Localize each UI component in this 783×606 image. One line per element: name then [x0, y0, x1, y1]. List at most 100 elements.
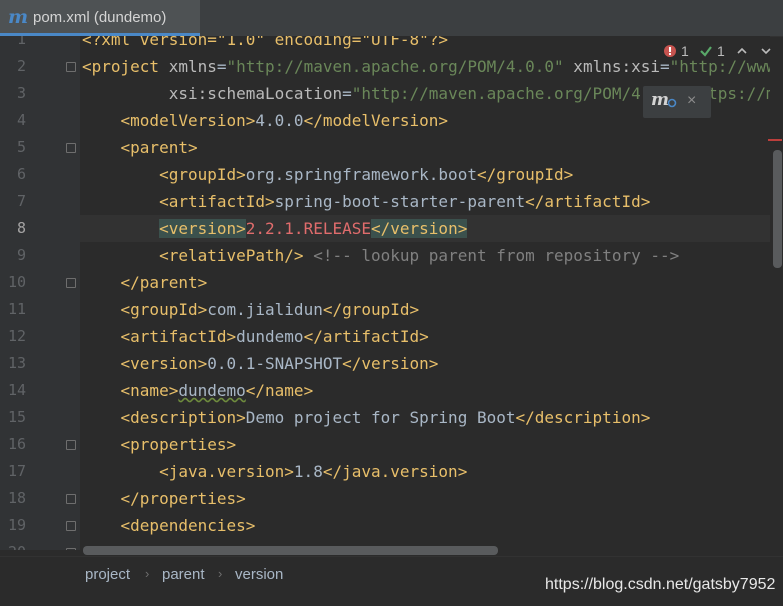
code-token: <groupId> — [159, 165, 246, 184]
line-number: 17 — [7, 462, 26, 480]
tab-label: pom.xml (dundemo) — [33, 9, 167, 26]
line-number: 8 — [16, 219, 26, 237]
breadcrumb-item-parent[interactable]: parent — [162, 566, 205, 583]
line-number: 9 — [16, 246, 26, 264]
line-number: 5 — [16, 138, 26, 156]
code-token: "http://www.w3.org/2001/XMLSchema-instan… — [669, 57, 770, 76]
code-token: </name> — [245, 381, 314, 400]
code-line[interactable]: <description>Demo project for Spring Boo… — [82, 404, 651, 431]
code-line[interactable]: <properties> — [82, 431, 237, 458]
code-token: </groupId> — [476, 165, 574, 184]
line-number: 7 — [16, 192, 26, 210]
code-token: <description> — [120, 408, 246, 427]
code-token: xsi:schemaLocation — [168, 84, 343, 103]
horizontal-scrollbar[interactable] — [83, 546, 498, 555]
editor-tab-bar: m pom.xml (dundemo) — [0, 0, 783, 37]
code-token: <name> — [120, 381, 179, 400]
line-number: 16 — [7, 435, 26, 453]
code-token: </version> — [371, 219, 468, 238]
code-token: "http://maven.apache.org/POM/4.0.0" — [226, 57, 564, 76]
vertical-scrollbar[interactable] — [773, 150, 782, 268]
tab-pom-xml[interactable]: m pom.xml (dundemo) — [0, 0, 200, 36]
line-number: 6 — [16, 165, 26, 183]
fold-marker-icon[interactable] — [66, 62, 76, 72]
code-token: 4.0.0 — [255, 111, 304, 130]
code-line[interactable]: <?xml version="1.0" encoding="UTF-8"?> — [82, 36, 448, 53]
code-line[interactable]: <java.version>1.8</java.version> — [82, 458, 467, 485]
previous-highlight-icon[interactable] — [735, 44, 749, 61]
fold-marker-icon[interactable] — [66, 494, 76, 504]
line-number: 20 — [0, 539, 26, 550]
code-token: <modelVersion> — [120, 111, 256, 130]
code-line[interactable]: <groupId>com.jialidun</groupId> — [82, 296, 420, 323]
code-token: </modelVersion> — [303, 111, 449, 130]
chevron-right-icon: › — [218, 566, 223, 581]
line-number: 19 — [7, 516, 26, 534]
line-number: 12 — [7, 327, 26, 345]
code-token: </artifactId> — [525, 192, 651, 211]
code-token: </groupId> — [322, 300, 420, 319]
line-number: 2 — [16, 57, 26, 75]
code-line[interactable]: </properties> — [82, 485, 246, 512]
breadcrumb-item-version[interactable]: version — [235, 566, 283, 583]
close-icon[interactable]: × — [687, 92, 696, 110]
error-stripe-mark[interactable] — [768, 139, 782, 141]
code-line[interactable]: <artifactId>dundemo</artifactId> — [82, 323, 429, 350]
error-count: 1 — [681, 43, 689, 59]
code-line[interactable]: <groupId>org.springframework.boot</group… — [82, 161, 573, 188]
code-token: <properties> — [120, 435, 237, 454]
code-line[interactable]: <modelVersion>4.0.0</modelVersion> — [82, 107, 449, 134]
code-token: xmlns:xsi — [563, 57, 660, 76]
fold-marker-icon[interactable] — [66, 143, 76, 153]
breadcrumb-item-project[interactable]: project — [85, 566, 130, 583]
code-token: </java.version> — [322, 462, 468, 481]
code-token: <artifactId> — [159, 192, 275, 211]
code-line[interactable]: <version>0.0.1-SNAPSHOT</version> — [82, 350, 439, 377]
code-token: <project — [82, 57, 169, 76]
code-line[interactable]: <name>dundemo</name> — [82, 377, 314, 404]
fold-marker-icon[interactable] — [66, 521, 76, 531]
maven-reload-icon[interactable]: m — [651, 90, 679, 110]
code-token: 1.8 — [293, 462, 323, 481]
ok-count: 1 — [717, 43, 725, 59]
line-number: 1 — [16, 36, 26, 48]
code-line[interactable]: <artifactId>spring-boot-starter-parent</… — [82, 188, 650, 215]
code-token: org.springframework.boot — [245, 165, 477, 184]
code-token: <?xml version="1.0" encoding="UTF-8"?> — [82, 36, 449, 49]
code-line[interactable]: <relativePath/> <!-- lookup parent from … — [82, 242, 679, 269]
line-number: 14 — [7, 381, 26, 399]
code-line[interactable]: <dependencies> — [82, 512, 256, 539]
code-token: = — [660, 57, 670, 76]
line-number: 18 — [7, 489, 26, 507]
code-line[interactable]: </parent> — [82, 269, 208, 296]
code-line[interactable]: <version>2.2.1.RELEASE</version> — [82, 215, 468, 242]
code-token: xmlns — [168, 57, 217, 76]
fold-marker-icon[interactable] — [66, 278, 76, 288]
check-icon[interactable] — [699, 44, 713, 61]
next-highlight-icon[interactable] — [759, 44, 773, 61]
code-token: dundemo — [178, 381, 246, 400]
code-token: </artifactId> — [303, 327, 429, 346]
maven-icon: m — [8, 6, 29, 28]
code-line[interactable]: <parent> — [82, 134, 198, 161]
code-token: <artifactId> — [120, 327, 237, 346]
code-token: <parent> — [120, 138, 198, 157]
code-token: <version> — [159, 219, 246, 238]
code-token: dundemo — [236, 327, 304, 346]
error-icon[interactable] — [663, 44, 677, 58]
line-number-gutter[interactable]: 1234567891011121314151617181920 — [0, 36, 80, 550]
fold-marker-icon[interactable] — [66, 440, 76, 450]
code-token: <relativePath/> — [159, 246, 304, 265]
fold-marker-icon[interactable] — [66, 548, 76, 550]
